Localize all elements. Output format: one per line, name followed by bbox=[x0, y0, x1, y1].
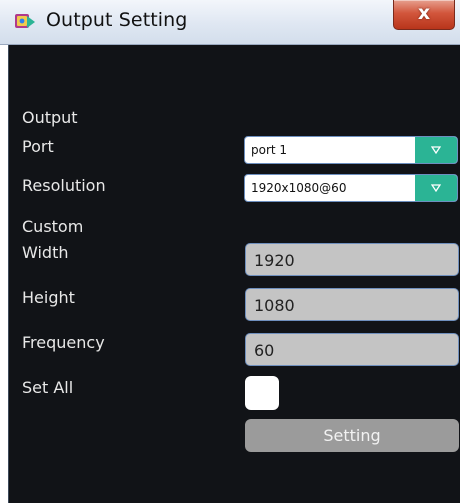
output-section-label: Output bbox=[22, 108, 78, 127]
settings-panel: Output Port port 1 Resolution 1920x1080@… bbox=[8, 45, 460, 503]
custom-section-label: Custom bbox=[22, 217, 84, 236]
port-label: Port bbox=[22, 137, 54, 156]
title-bar[interactable]: Output Setting x bbox=[0, 0, 460, 45]
height-value: 1080 bbox=[254, 296, 295, 315]
setting-button[interactable]: Setting bbox=[245, 419, 459, 452]
triangle-down-icon bbox=[431, 184, 441, 192]
frequency-label: Frequency bbox=[22, 333, 105, 352]
app-logo-icon bbox=[14, 12, 36, 32]
width-label: Width bbox=[22, 243, 69, 262]
frequency-field[interactable]: 60 bbox=[245, 333, 459, 366]
resolution-selected-value: 1920x1080@60 bbox=[251, 181, 347, 195]
port-dropdown-button[interactable] bbox=[415, 137, 457, 163]
setting-button-label: Setting bbox=[323, 426, 381, 445]
set-all-label: Set All bbox=[22, 378, 74, 397]
resolution-label: Resolution bbox=[22, 176, 106, 195]
port-dropdown[interactable]: port 1 bbox=[244, 136, 458, 164]
frequency-value: 60 bbox=[254, 341, 275, 360]
close-icon: x bbox=[417, 2, 431, 24]
resolution-dropdown-button[interactable] bbox=[415, 175, 457, 201]
triangle-down-icon bbox=[431, 146, 441, 154]
set-all-checkbox[interactable] bbox=[245, 376, 279, 410]
width-field[interactable]: 1920 bbox=[245, 243, 459, 276]
window-title: Output Setting bbox=[46, 9, 188, 31]
port-selected-value: port 1 bbox=[251, 143, 288, 157]
width-value: 1920 bbox=[254, 251, 295, 270]
height-label: Height bbox=[22, 288, 75, 307]
output-setting-window: Output Setting x Output Port port 1 Reso… bbox=[0, 0, 460, 503]
height-field[interactable]: 1080 bbox=[245, 288, 459, 321]
close-button[interactable]: x bbox=[393, 0, 455, 30]
resolution-dropdown[interactable]: 1920x1080@60 bbox=[244, 174, 458, 202]
